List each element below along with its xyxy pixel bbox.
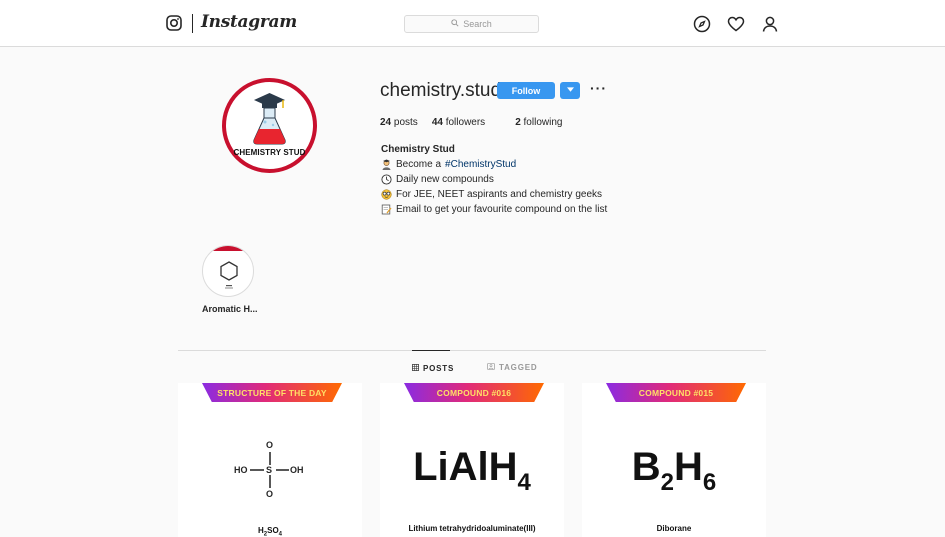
profile-icon[interactable]: [761, 15, 779, 33]
formula-part-h: H: [674, 445, 703, 489]
post-caption: Lithium tetrahydridoaluminate(III): [408, 524, 536, 533]
profile-tabs-divider: [178, 350, 766, 351]
nerd-face-emoji-icon: [381, 189, 392, 200]
profile-username: chemistry.stud: [380, 80, 502, 101]
structure-sulfur: S: [266, 465, 273, 475]
bio-line-4-text: Email to get your favourite compound on …: [396, 204, 608, 215]
tab-posts[interactable]: POSTS: [412, 350, 453, 373]
structure-oxygen-bottom: O: [266, 489, 274, 499]
post-tile-1[interactable]: STRUCTURE OF THE DAY O HO S OH O H2SO4: [178, 383, 362, 537]
highlight-cover: [202, 245, 254, 297]
bio-line-2: Daily new compounds: [381, 172, 607, 187]
followers-label: followers: [445, 117, 486, 128]
profile-stats: 24 posts 44 followers 2 following: [380, 117, 562, 128]
more-options-icon[interactable]: ···: [590, 80, 607, 96]
followers-count: 44: [431, 117, 443, 128]
instagram-wordmark[interactable]: Instagram: [201, 12, 297, 32]
formula-subscript: 4: [517, 469, 531, 496]
bio-line-4: Email to get your favourite compound on …: [381, 202, 607, 217]
post-caption: H2SO4: [178, 526, 362, 537]
structure-oxygen-top: O: [266, 440, 274, 450]
followers-stat[interactable]: 44 followers: [432, 117, 485, 128]
grid-icon: [412, 364, 419, 373]
caption-sub-4: 4: [278, 531, 283, 537]
compound-formula: B2H6: [582, 445, 766, 497]
structure-hydroxyl-right: OH: [290, 465, 304, 475]
post-tile-3[interactable]: COMPOUND #015 B2H6 Diborane: [582, 383, 766, 537]
post-tile-2[interactable]: COMPOUND #016 LiAlH4 Lithium tetrahydrid…: [380, 383, 564, 537]
benzene-ring-icon: [220, 261, 238, 289]
tab-tagged-label: TAGGED: [499, 363, 538, 372]
following-label: following: [523, 117, 563, 128]
follow-button[interactable]: Follow: [497, 82, 555, 99]
heart-icon[interactable]: [727, 15, 745, 33]
bio-line-3: For JEE, NEET aspirants and chemistry ge…: [381, 187, 607, 202]
sulfuric-acid-structure: [250, 452, 289, 488]
following-count: 2: [515, 117, 521, 128]
highlight-label: Aromatic H...: [202, 304, 258, 314]
bio-line-1: Become a #ChemistryStud: [381, 157, 607, 172]
chevron-down-icon: [566, 87, 574, 94]
memo-emoji-icon: [381, 204, 392, 215]
search-icon: [451, 19, 459, 29]
search-input[interactable]: Search: [404, 15, 539, 33]
top-navigation-bar: Instagram Search: [0, 0, 945, 47]
search-placeholder: Search: [463, 19, 492, 29]
posts-count-stat: 24 posts: [380, 117, 418, 128]
student-emoji-icon: [381, 159, 392, 170]
formula-sub-6: 6: [702, 469, 717, 496]
clock-emoji-icon: [381, 174, 392, 185]
post-caption: Diborane: [656, 524, 692, 533]
bio-line-2-text: Daily new compounds: [396, 174, 494, 185]
suggested-accounts-button[interactable]: [560, 82, 580, 99]
posts-count-label: posts: [393, 117, 418, 128]
formula-main: LiAlH: [413, 445, 518, 489]
formula-part-b: B: [631, 445, 661, 489]
formula-sub-2: 2: [660, 469, 674, 496]
bio-hashtag-link[interactable]: #ChemistryStud: [445, 157, 516, 172]
bio-line-3-text: For JEE, NEET aspirants and chemistry ge…: [396, 189, 603, 200]
explore-compass-icon[interactable]: [693, 15, 711, 33]
story-highlight[interactable]: Aromatic H...: [202, 245, 258, 314]
posts-count: 24: [380, 117, 392, 128]
avatar-brand-text: CHEMISTRY STUD: [233, 148, 306, 157]
compound-formula: LiAlH4: [380, 445, 564, 497]
bio-line-1-text: Become a: [396, 159, 442, 170]
profile-avatar: CHEMISTRY STUD: [222, 78, 317, 173]
following-stat[interactable]: 2 following: [515, 117, 562, 128]
instagram-glyph-icon[interactable]: [166, 15, 182, 31]
logo-divider: [192, 14, 193, 33]
tab-tagged[interactable]: TAGGED: [487, 350, 537, 372]
bio-display-name: Chemistry Stud: [381, 144, 455, 155]
caption-part-so: SO: [267, 526, 279, 535]
post-banner: COMPOUND #015: [606, 383, 746, 402]
structure-hydroxyl-left: HO: [234, 465, 248, 475]
tab-posts-label: POSTS: [423, 364, 455, 373]
tagged-icon: [487, 363, 495, 372]
profile-bio: Chemistry Stud Become a #ChemistryStud D…: [381, 142, 607, 217]
post-banner: COMPOUND #016: [404, 383, 544, 402]
